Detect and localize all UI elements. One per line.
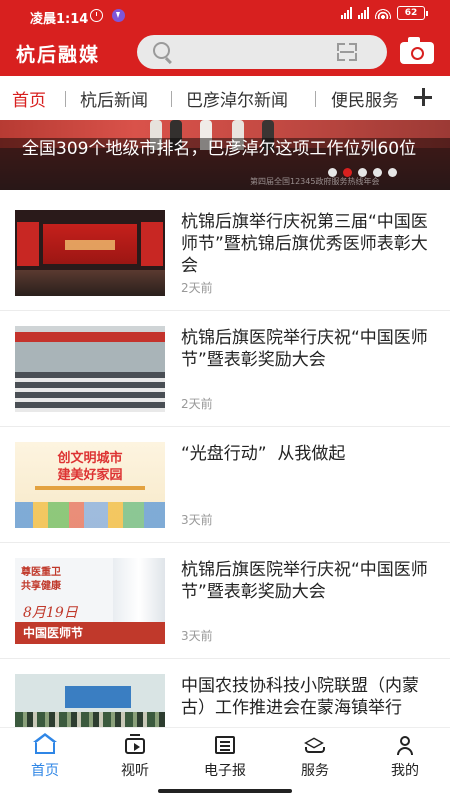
battery-level: 62 [397, 6, 425, 20]
channel-tabs: 首页 杭后新闻 巴彦淖尔新闻 便民服务 [0, 76, 450, 120]
carousel-dot[interactable] [358, 168, 367, 177]
nav-label: 首页 [31, 763, 59, 779]
nav-home[interactable]: 首页 [0, 728, 90, 788]
nav-epaper[interactable]: 电子报 [180, 728, 270, 788]
news-thumbnail: 创文明城市 建美好家园 [15, 442, 165, 528]
battery-icon: 62 [397, 6, 428, 20]
news-thumbnail [15, 674, 165, 727]
news-title[interactable]: 杭锦后旗举行庆祝第三届“中国医师节”暨杭锦后旗优秀医师表彰大会 [181, 211, 436, 277]
banner-carousel[interactable]: 全国309个地级市排名，巴彦淖尔这项工作位列60位 第四届全国12345政府服务… [0, 120, 450, 190]
thumbnail-text: 尊医重卫 共享健康 [21, 567, 61, 592]
status-time: 凌晨1:14 [30, 12, 89, 27]
nav-label: 电子报 [204, 763, 246, 779]
signal-icon [341, 7, 352, 19]
search-icon [153, 42, 170, 59]
carousel-dot[interactable] [388, 168, 397, 177]
nav-services[interactable]: 服务 [270, 728, 360, 788]
app-header: 凌晨1:14 62 杭后融媒 [0, 0, 450, 76]
signal-icon-2 [358, 7, 369, 19]
list-item[interactable]: 尊医重卫 共享健康 8月19日 中国医师节 杭锦后旗医院举行庆祝“中国医师节”暨… [0, 543, 450, 659]
list-item[interactable]: 杭锦后旗医院举行庆祝“中国医师节”暨表彰奖励大会 2天前 [0, 311, 450, 427]
banner-title[interactable]: 全国309个地级市排名，巴彦淖尔这项工作位列60位 [22, 138, 432, 160]
news-time: 3天前 [181, 513, 213, 527]
download-icon [112, 9, 125, 22]
carousel-dot[interactable] [343, 168, 352, 177]
list-item[interactable]: 创文明城市 建美好家园 “光盘行动” 从我做起 3天前 [0, 427, 450, 543]
user-icon [395, 736, 415, 755]
camera-icon[interactable] [400, 37, 434, 64]
wifi-icon [375, 7, 391, 19]
nav-video[interactable]: 视听 [90, 728, 180, 788]
news-time: 2天前 [181, 281, 213, 295]
news-title[interactable]: 中国农技协科技小院联盟（内蒙古）工作推进会在蒙海镇举行 [181, 675, 436, 719]
news-title[interactable]: 杭锦后旗医院举行庆祝“中国医师节”暨表彰奖励大会 [181, 327, 436, 371]
nav-profile[interactable]: 我的 [360, 728, 450, 788]
add-channel-icon[interactable] [414, 88, 432, 106]
alarm-icon [90, 9, 103, 22]
news-time: 2天前 [181, 397, 213, 411]
newspaper-icon [215, 736, 235, 754]
tab-hanghou-news[interactable]: 杭后新闻 [80, 86, 148, 111]
tab-home[interactable]: 首页 [12, 86, 46, 111]
list-item[interactable]: 中国农技协科技小院联盟（内蒙古）工作推进会在蒙海镇举行 [0, 659, 450, 727]
thumbnail-text: 创文明城市 建美好家园 [57, 451, 123, 483]
layers-icon [304, 736, 326, 754]
tv-icon [125, 734, 145, 754]
news-thumbnail [15, 210, 165, 296]
thumbnail-band: 中国医师节 [15, 622, 165, 644]
news-title[interactable]: 杭锦后旗医院举行庆祝“中国医师节”暨表彰奖励大会 [181, 559, 436, 603]
tab-bayannur-news[interactable]: 巴彦淖尔新闻 [186, 86, 288, 111]
app-logo: 杭后融媒 [16, 44, 101, 66]
scan-icon[interactable] [337, 43, 357, 61]
news-time: 3天前 [181, 629, 213, 643]
news-thumbnail: 尊医重卫 共享健康 8月19日 中国医师节 [15, 558, 165, 644]
home-icon [33, 733, 57, 754]
nav-label: 我的 [391, 763, 419, 779]
tab-services[interactable]: 便民服务 [331, 86, 399, 111]
home-indicator[interactable] [158, 789, 292, 793]
news-thumbnail [15, 326, 165, 412]
carousel-indicator [328, 168, 397, 177]
banner-caption: 第四届全国12345政府服务热线年会 [250, 177, 380, 186]
carousel-dot[interactable] [328, 168, 337, 177]
nav-label: 视听 [121, 763, 149, 779]
nav-label: 服务 [301, 763, 329, 779]
news-list: 杭锦后旗举行庆祝第三届“中国医师节”暨杭锦后旗优秀医师表彰大会 2天前 杭锦后旗… [0, 195, 450, 727]
list-item[interactable]: 杭锦后旗举行庆祝第三届“中国医师节”暨杭锦后旗优秀医师表彰大会 2天前 [0, 195, 450, 311]
search-bar[interactable] [137, 35, 387, 69]
status-bar: 凌晨1:14 62 [0, 0, 450, 32]
thumbnail-date: 8月19日 [23, 605, 78, 621]
carousel-dot[interactable] [373, 168, 382, 177]
news-title[interactable]: “光盘行动” 从我做起 [181, 443, 436, 465]
